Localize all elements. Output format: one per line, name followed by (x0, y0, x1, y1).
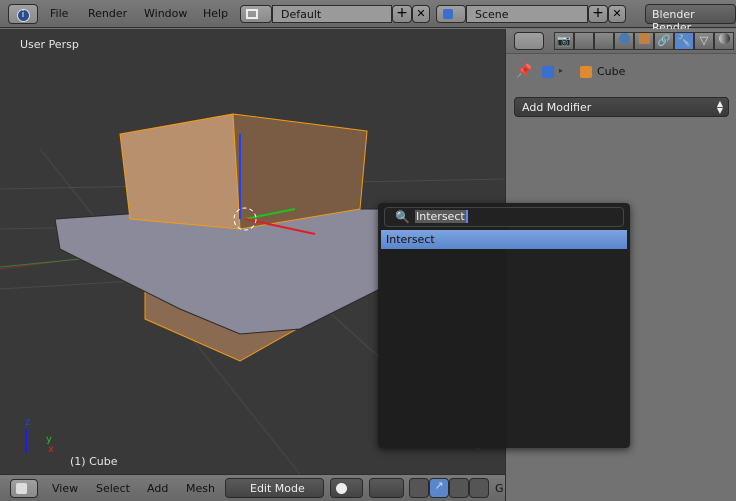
info-icon: i (16, 9, 30, 22)
layout-selector[interactable] (240, 5, 272, 23)
menu-add[interactable]: Add (147, 482, 168, 495)
menu-help[interactable]: Help (203, 7, 228, 20)
translate-manipulator[interactable]: ↗ (429, 478, 449, 498)
mode-label: Edit Mode (250, 482, 305, 495)
menu-render[interactable]: Render (88, 7, 127, 20)
menu-view[interactable]: View (52, 482, 78, 495)
editor-type-button[interactable] (514, 32, 544, 50)
manipulator-toggle[interactable] (409, 478, 429, 498)
x-axis-label: x (48, 444, 54, 455)
layout-name-field[interactable]: Default (272, 5, 392, 23)
pivot-selector[interactable] (369, 478, 404, 498)
layout-icon (246, 9, 258, 19)
object-cube-icon (580, 66, 592, 78)
tab-material[interactable] (714, 32, 734, 50)
delete-scene-button[interactable]: ✕ (608, 5, 626, 23)
search-value: Intersect (415, 210, 468, 223)
truncated-control[interactable]: G (495, 482, 504, 495)
add-modifier-label: Add Modifier (522, 101, 592, 114)
add-layout-button[interactable]: + (392, 5, 412, 23)
3d-view-header: View Select Add Mesh Edit Mode ↗ G (0, 474, 505, 501)
breadcrumb-arrow-icon: ▸ (559, 66, 564, 75)
scene-icon (542, 66, 554, 78)
pin-icon[interactable]: 📌 (516, 64, 532, 79)
top-header: i File Render Window Help Default + ✕ Sc… (0, 0, 736, 34)
z-axis-label: z (25, 417, 31, 428)
tab-scene[interactable] (594, 32, 614, 50)
tab-constraints[interactable]: 🔗 (654, 32, 674, 50)
search-input[interactable]: 🔍 Intersect (384, 207, 624, 227)
tab-render[interactable]: 📷 (554, 32, 574, 50)
sphere-icon (336, 483, 347, 494)
scale-manipulator[interactable] (469, 478, 489, 498)
render-engine-selector[interactable]: Blender Render (645, 4, 736, 34)
editor-type-info-button[interactable]: i (8, 4, 38, 24)
tab-modifiers[interactable]: 🔧 (674, 32, 694, 50)
cube-left-face (119, 113, 241, 230)
tab-render-layers[interactable] (574, 32, 594, 50)
rotate-manipulator[interactable] (449, 478, 469, 498)
search-icon: 🔍 (395, 210, 410, 224)
menu-window[interactable]: Window (144, 7, 187, 20)
object-name: Cube (597, 65, 626, 78)
tab-object[interactable] (634, 32, 654, 50)
viewport-shading-selector[interactable] (330, 478, 363, 498)
menu-mesh[interactable]: Mesh (186, 482, 215, 495)
tab-world[interactable] (614, 32, 634, 50)
menu-select[interactable]: Select (96, 482, 130, 495)
scene-name-field[interactable]: Scene (466, 5, 588, 23)
add-modifier-dropdown[interactable]: Add Modifier ▲ ▼ (514, 97, 729, 117)
mode-selector[interactable]: Edit Mode (225, 478, 324, 498)
scene-icon (443, 9, 453, 19)
tab-data[interactable]: ▽ (694, 32, 714, 50)
editor-type-button[interactable] (10, 479, 38, 498)
properties-tabs: 📷 🔗 🔧 ▽ (506, 29, 736, 54)
mesh-plane (54, 208, 381, 335)
modifier-search-popup: 🔍 Intersect Intersect (378, 203, 630, 448)
cube-icon (16, 483, 27, 494)
dropdown-arrows-icon: ▲ ▼ (716, 99, 723, 115)
delete-layout-button[interactable]: ✕ (412, 5, 430, 23)
object-label: (1) Cube (70, 455, 118, 468)
scene-selector[interactable] (436, 5, 466, 23)
menu-file[interactable]: File (50, 7, 68, 20)
add-scene-button[interactable]: + (588, 5, 608, 23)
search-result-item[interactable]: Intersect (381, 230, 627, 249)
